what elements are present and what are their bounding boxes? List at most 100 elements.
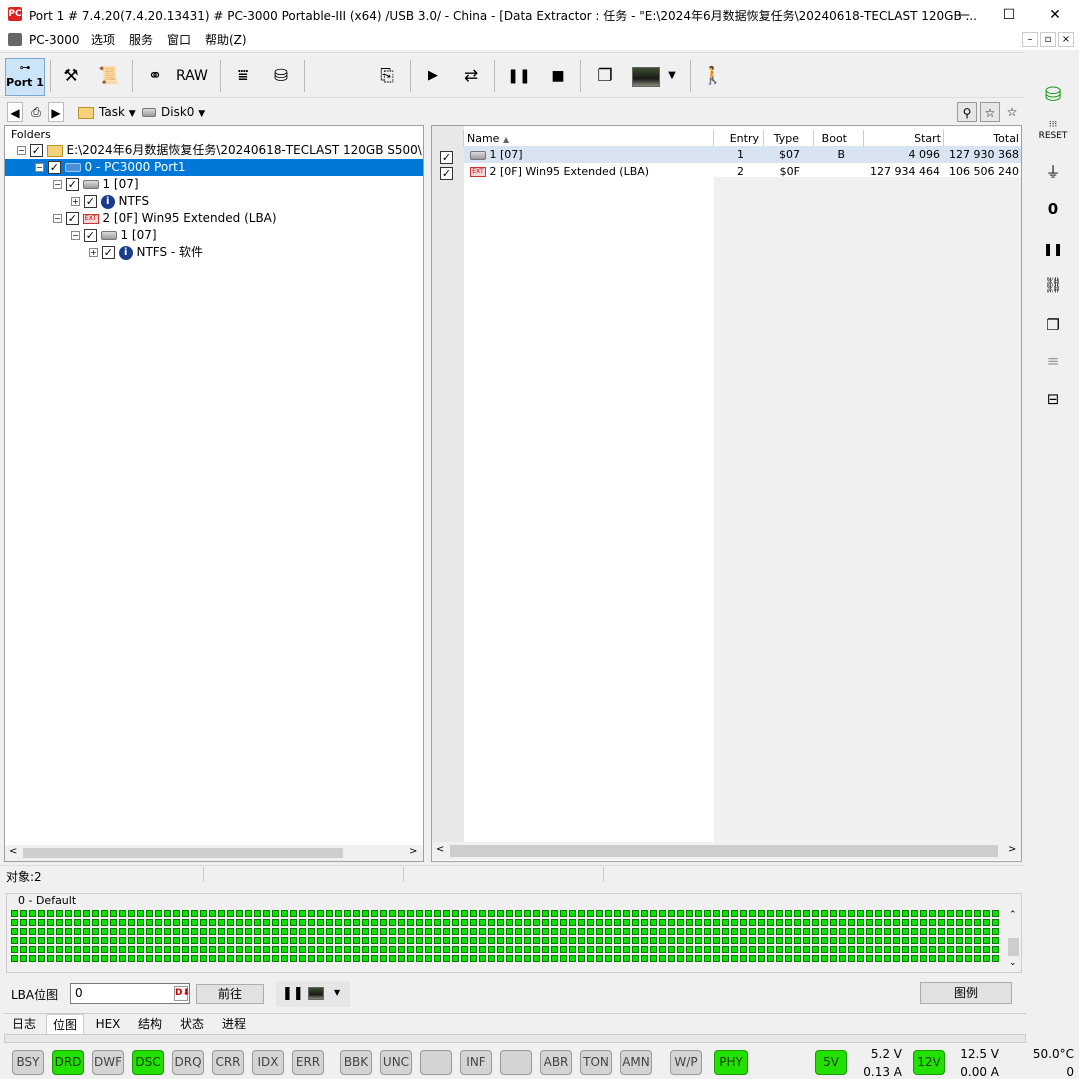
bitmap-block[interactable]: [983, 910, 990, 917]
bitmap-block[interactable]: [614, 955, 621, 962]
bitmap-block[interactable]: [308, 937, 315, 944]
bitmap-block[interactable]: [425, 937, 432, 944]
lba-bitmap[interactable]: [11, 910, 1007, 966]
bitmap-block[interactable]: [137, 946, 144, 953]
bitmap-block[interactable]: [236, 910, 243, 917]
bitmap-block[interactable]: [767, 937, 774, 944]
bitmap-block[interactable]: [659, 937, 666, 944]
bitmap-block[interactable]: [308, 946, 315, 953]
bitmap-block[interactable]: [335, 946, 342, 953]
bitmap-block[interactable]: [911, 928, 918, 935]
bitmap-block[interactable]: [110, 928, 117, 935]
bitmap-block[interactable]: [452, 919, 459, 926]
bitmap-block[interactable]: [353, 919, 360, 926]
bitmap-block[interactable]: [920, 946, 927, 953]
image-icon[interactable]: [632, 67, 660, 87]
bitmap-block[interactable]: [11, 910, 18, 917]
bitmap-block[interactable]: [596, 946, 603, 953]
bitmap-block[interactable]: [821, 919, 828, 926]
bitmap-block[interactable]: [560, 946, 567, 953]
bitmap-block[interactable]: [236, 946, 243, 953]
bitmap-block[interactable]: [20, 919, 27, 926]
bitmap-block[interactable]: [776, 910, 783, 917]
bitmap-block[interactable]: [893, 955, 900, 962]
bitmap-block[interactable]: [164, 946, 171, 953]
bitmap-block[interactable]: [353, 946, 360, 953]
bitmap-block[interactable]: [254, 928, 261, 935]
bitmap-block[interactable]: [785, 928, 792, 935]
bitmap-block[interactable]: [605, 919, 612, 926]
bitmap-block[interactable]: [182, 955, 189, 962]
bitmap-block[interactable]: [596, 910, 603, 917]
bitmap-block[interactable]: [173, 919, 180, 926]
tree-item-root[interactable]: − ✓ E:\2024年6月数据恢复任务\20240618-TECLAST 12…: [17, 142, 422, 159]
bitmap-block[interactable]: [956, 937, 963, 944]
bitmap-block[interactable]: [20, 928, 27, 935]
scroll-down-icon[interactable]: ⌄: [1009, 958, 1017, 968]
bitmap-block[interactable]: [47, 928, 54, 935]
tree-item-port[interactable]: − ✓ 0 - PC3000 Port1: [5, 159, 423, 176]
bitmap-block[interactable]: [983, 946, 990, 953]
bitmap-block[interactable]: [767, 946, 774, 953]
bitmap-block[interactable]: [875, 946, 882, 953]
bitmap-block[interactable]: [110, 937, 117, 944]
bitmap-block[interactable]: [497, 946, 504, 953]
bitmap-block[interactable]: [128, 919, 135, 926]
bitmap-block[interactable]: [704, 919, 711, 926]
bitmap-block[interactable]: [623, 919, 630, 926]
bitmap-block[interactable]: [767, 955, 774, 962]
bitmap-block[interactable]: [155, 919, 162, 926]
lba-go-icon[interactable]: D⬇: [174, 986, 190, 1001]
table-row[interactable]: ✓ 1 [07] 1 $07 B 4 096 127 930 368: [432, 146, 1021, 164]
bitmap-block[interactable]: [515, 955, 522, 962]
bitmap-block[interactable]: [425, 928, 432, 935]
bitmap-block[interactable]: [335, 928, 342, 935]
bitmap-block[interactable]: [479, 928, 486, 935]
pause-icon[interactable]: ❚❚: [282, 986, 304, 1001]
bitmap-block[interactable]: [209, 937, 216, 944]
bitmap-block[interactable]: [650, 937, 657, 944]
bitmap-block[interactable]: [74, 946, 81, 953]
bitmap-block[interactable]: [479, 955, 486, 962]
bitmap-block[interactable]: [470, 910, 477, 917]
checkbox[interactable]: ✓: [83, 195, 97, 208]
bitmap-block[interactable]: [578, 919, 585, 926]
bitmap-block[interactable]: [119, 910, 126, 917]
bitmap-block[interactable]: [317, 937, 324, 944]
tab-status[interactable]: 状态: [174, 1014, 210, 1034]
dropdown-icon[interactable]: ▼: [334, 988, 340, 997]
bitmap-block[interactable]: [218, 928, 225, 935]
bitmap-block[interactable]: [38, 928, 45, 935]
bitmap-block[interactable]: [299, 946, 306, 953]
bitmap-block[interactable]: [299, 928, 306, 935]
bitmap-block[interactable]: [929, 910, 936, 917]
bitmap-block[interactable]: [812, 955, 819, 962]
bitmap-block[interactable]: [443, 937, 450, 944]
column-header-entry[interactable]: Entry: [714, 130, 764, 147]
bitmap-block[interactable]: [794, 910, 801, 917]
bitmap-block[interactable]: [587, 946, 594, 953]
bitmap-block[interactable]: [821, 955, 828, 962]
bitmap-block[interactable]: [866, 946, 873, 953]
bitmap-block[interactable]: [596, 937, 603, 944]
bitmap-block[interactable]: [938, 937, 945, 944]
bitmap-block[interactable]: [875, 928, 882, 935]
bitmap-block[interactable]: [65, 946, 72, 953]
bitmap-block[interactable]: [218, 955, 225, 962]
bitmap-block[interactable]: [173, 937, 180, 944]
bitmap-block[interactable]: [110, 919, 117, 926]
bitmap-block[interactable]: [992, 955, 999, 962]
bitmap-block[interactable]: [947, 946, 954, 953]
bitmap-block[interactable]: [245, 919, 252, 926]
bitmap-block[interactable]: [902, 937, 909, 944]
bitmap-block[interactable]: [578, 928, 585, 935]
bitmap-block[interactable]: [389, 910, 396, 917]
bitmap-block[interactable]: [911, 919, 918, 926]
bitmap-block[interactable]: [506, 910, 513, 917]
bitmap-block[interactable]: [812, 910, 819, 917]
bitmap-block[interactable]: [353, 955, 360, 962]
bitmap-block[interactable]: [731, 928, 738, 935]
bitmap-block[interactable]: [164, 910, 171, 917]
bitmap-block[interactable]: [749, 937, 756, 944]
bitmap-block[interactable]: [200, 919, 207, 926]
